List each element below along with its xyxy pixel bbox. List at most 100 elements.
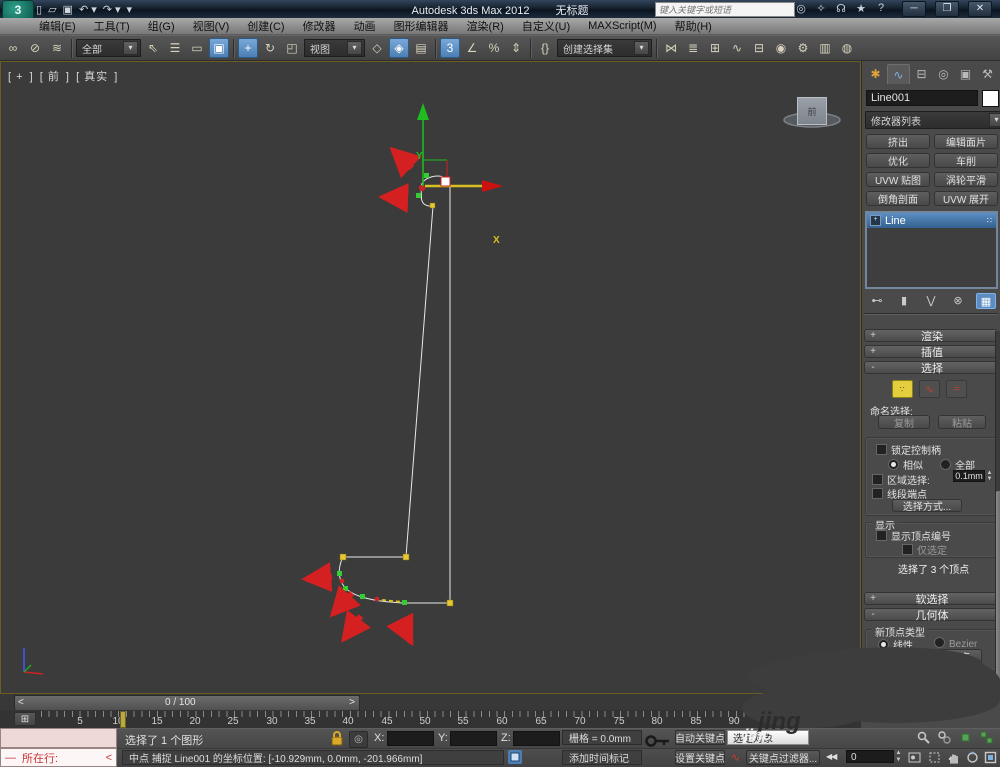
- scrollbar-handle[interactable]: [996, 491, 1000, 686]
- viewcube[interactable]: 前: [797, 97, 827, 125]
- radio-icon[interactable]: [878, 654, 889, 665]
- selection-lock-icon[interactable]: [330, 731, 344, 746]
- unlink-selection-icon[interactable]: ⊘: [25, 38, 45, 58]
- select-and-move-icon[interactable]: +: [238, 38, 258, 58]
- communication-center-icon[interactable]: ☊: [833, 2, 849, 15]
- modifier-stack[interactable]: + Line ∷: [865, 211, 998, 289]
- menu-item[interactable]: 渲染(R): [458, 17, 513, 35]
- show-end-result-icon[interactable]: ▮: [895, 293, 913, 307]
- motion-tab-icon[interactable]: ◎: [933, 64, 954, 83]
- close-button[interactable]: ✕: [968, 1, 992, 17]
- select-object-icon[interactable]: ⇖: [143, 38, 163, 58]
- menu-item[interactable]: 工具(T): [85, 17, 139, 35]
- configure-modifier-sets-icon[interactable]: ▦: [976, 293, 996, 309]
- select-and-rotate-icon[interactable]: ↻: [260, 38, 280, 58]
- y-coordinate-field[interactable]: [450, 731, 497, 746]
- open-mini-curve-editor-icon[interactable]: ⊞: [14, 712, 36, 726]
- panel-scrollbar[interactable]: [995, 331, 1000, 691]
- rollout-rendering[interactable]: + 渲染: [864, 329, 998, 343]
- select-by-button[interactable]: 选择方式...: [892, 499, 962, 513]
- radio-icon[interactable]: [888, 459, 899, 470]
- viewport-menu-shading[interactable]: [ 真实 ]: [76, 71, 118, 83]
- chevron-down-icon[interactable]: ▾: [989, 113, 1000, 127]
- percent-snap-icon[interactable]: %: [484, 38, 504, 58]
- chevron-down-icon[interactable]: ▾: [123, 41, 138, 55]
- modifier-button[interactable]: UVW 展开: [934, 191, 998, 206]
- modifier-list-dropdown[interactable]: 修改器列表 ▾: [865, 111, 1000, 129]
- area-selection-value[interactable]: 0.1mm: [953, 470, 985, 482]
- modifier-button[interactable]: 编辑面片: [934, 134, 998, 149]
- adaptive-degradation-icon[interactable]: [508, 750, 522, 764]
- key-filters-curve-icon[interactable]: ∿: [727, 750, 744, 765]
- mirror-icon[interactable]: ⋈: [661, 38, 681, 58]
- x-coordinate-field[interactable]: [387, 731, 434, 746]
- utilities-tab-icon[interactable]: ⚒: [977, 64, 998, 83]
- go-to-start-icon[interactable]: ◀◀: [826, 752, 837, 761]
- spline-subobject-button[interactable]: ≈: [946, 380, 967, 398]
- rollout-soft-selection[interactable]: + 软选择: [864, 592, 998, 606]
- create-tab-icon[interactable]: ✱: [865, 64, 886, 83]
- checkbox-icon[interactable]: [902, 544, 913, 555]
- lock-handles-checkbox[interactable]: 锁定控制柄: [876, 442, 941, 457]
- zoom-icon[interactable]: [915, 730, 932, 745]
- use-pivot-point-center-icon[interactable]: ◇: [367, 38, 387, 58]
- previous-frame-arrow[interactable]: <: [18, 697, 24, 708]
- infocenter-search-input[interactable]: [655, 2, 795, 17]
- checkbox-icon[interactable]: [872, 488, 883, 499]
- chevron-down-icon[interactable]: ▾: [347, 41, 362, 55]
- radio-icon[interactable]: [878, 639, 889, 650]
- save-file-icon[interactable]: ▣: [63, 3, 73, 16]
- spinner-snap-icon[interactable]: ⇕: [506, 38, 526, 58]
- hierarchy-tab-icon[interactable]: ⊟: [911, 64, 932, 83]
- menu-item[interactable]: 编辑(E): [30, 17, 85, 35]
- layer-manager-icon[interactable]: ⊞: [705, 38, 725, 58]
- maxscript-listener-line[interactable]: — 所在行: <: [0, 748, 117, 767]
- chevron-down-icon[interactable]: ▾: [634, 41, 649, 55]
- orbit-icon[interactable]: [964, 750, 981, 765]
- menu-item[interactable]: 修改器: [294, 17, 345, 35]
- expand-icon[interactable]: +: [870, 215, 881, 226]
- modifier-button[interactable]: UVW 贴图: [866, 172, 930, 187]
- radio-icon[interactable]: [940, 459, 951, 470]
- remove-modifier-icon[interactable]: ⊗: [949, 293, 967, 307]
- frame-spinner-icon[interactable]: ▲ ▼: [895, 750, 902, 764]
- object-name-field[interactable]: [866, 90, 978, 106]
- undo-icon[interactable]: ↶ ▾: [79, 3, 97, 16]
- current-frame-field[interactable]: 0: [846, 750, 894, 763]
- menu-item[interactable]: 视图(V): [184, 17, 239, 35]
- material-editor-icon[interactable]: ◉: [771, 38, 791, 58]
- zoom-extents-all-icon[interactable]: [978, 730, 995, 745]
- z-coordinate-field[interactable]: [513, 731, 560, 746]
- menu-item[interactable]: 图形编辑器: [385, 17, 458, 35]
- curve-editor-icon[interactable]: ∿: [727, 38, 747, 58]
- modifier-button[interactable]: 车削: [934, 153, 998, 168]
- radio-icon[interactable]: [934, 637, 945, 648]
- reference-coordinate-dropdown[interactable]: 视图 ▾: [304, 39, 365, 57]
- checkbox-icon[interactable]: [876, 444, 887, 455]
- rollout-interpolation[interactable]: + 插值: [864, 345, 998, 359]
- rectangular-selection-region-icon[interactable]: ▭: [187, 38, 207, 58]
- set-key-button[interactable]: 设置关键点: [675, 750, 725, 765]
- set-keys-icon[interactable]: [645, 734, 671, 748]
- rollout-selection[interactable]: - 选择: [864, 361, 998, 375]
- window-crossing-icon[interactable]: ▣: [209, 38, 229, 58]
- zoom-extents-icon[interactable]: [957, 730, 974, 745]
- rollout-geometry[interactable]: - 几何体: [864, 608, 998, 622]
- viewport-menu-pov[interactable]: [ 前 ]: [40, 71, 70, 83]
- viewport-label[interactable]: [ + ] [ 前 ] [ 真实 ]: [8, 68, 120, 84]
- modifier-button[interactable]: 倒角剖面: [866, 191, 930, 206]
- rendered-frame-window-icon[interactable]: ▥: [815, 38, 835, 58]
- paste-button[interactable]: 粘贴: [938, 415, 986, 430]
- pin-stack-icon[interactable]: ⊷: [868, 293, 886, 307]
- maximize-viewport-toggle-icon[interactable]: [982, 750, 999, 765]
- menu-item[interactable]: 创建(C): [238, 17, 293, 35]
- modifier-button[interactable]: 优化: [866, 153, 930, 168]
- vertex-subobject-button[interactable]: ∵: [892, 380, 913, 398]
- redo-icon[interactable]: ↷ ▾: [103, 3, 121, 16]
- angle-snap-icon[interactable]: ∠: [462, 38, 482, 58]
- open-file-icon[interactable]: ▱: [48, 3, 56, 16]
- select-and-link-icon[interactable]: ∞: [3, 38, 23, 58]
- modifier-button[interactable]: 挤出: [866, 134, 930, 149]
- keyboard-shortcut-override-icon[interactable]: ▤: [411, 38, 431, 58]
- modify-tab-icon[interactable]: ∿: [887, 64, 910, 84]
